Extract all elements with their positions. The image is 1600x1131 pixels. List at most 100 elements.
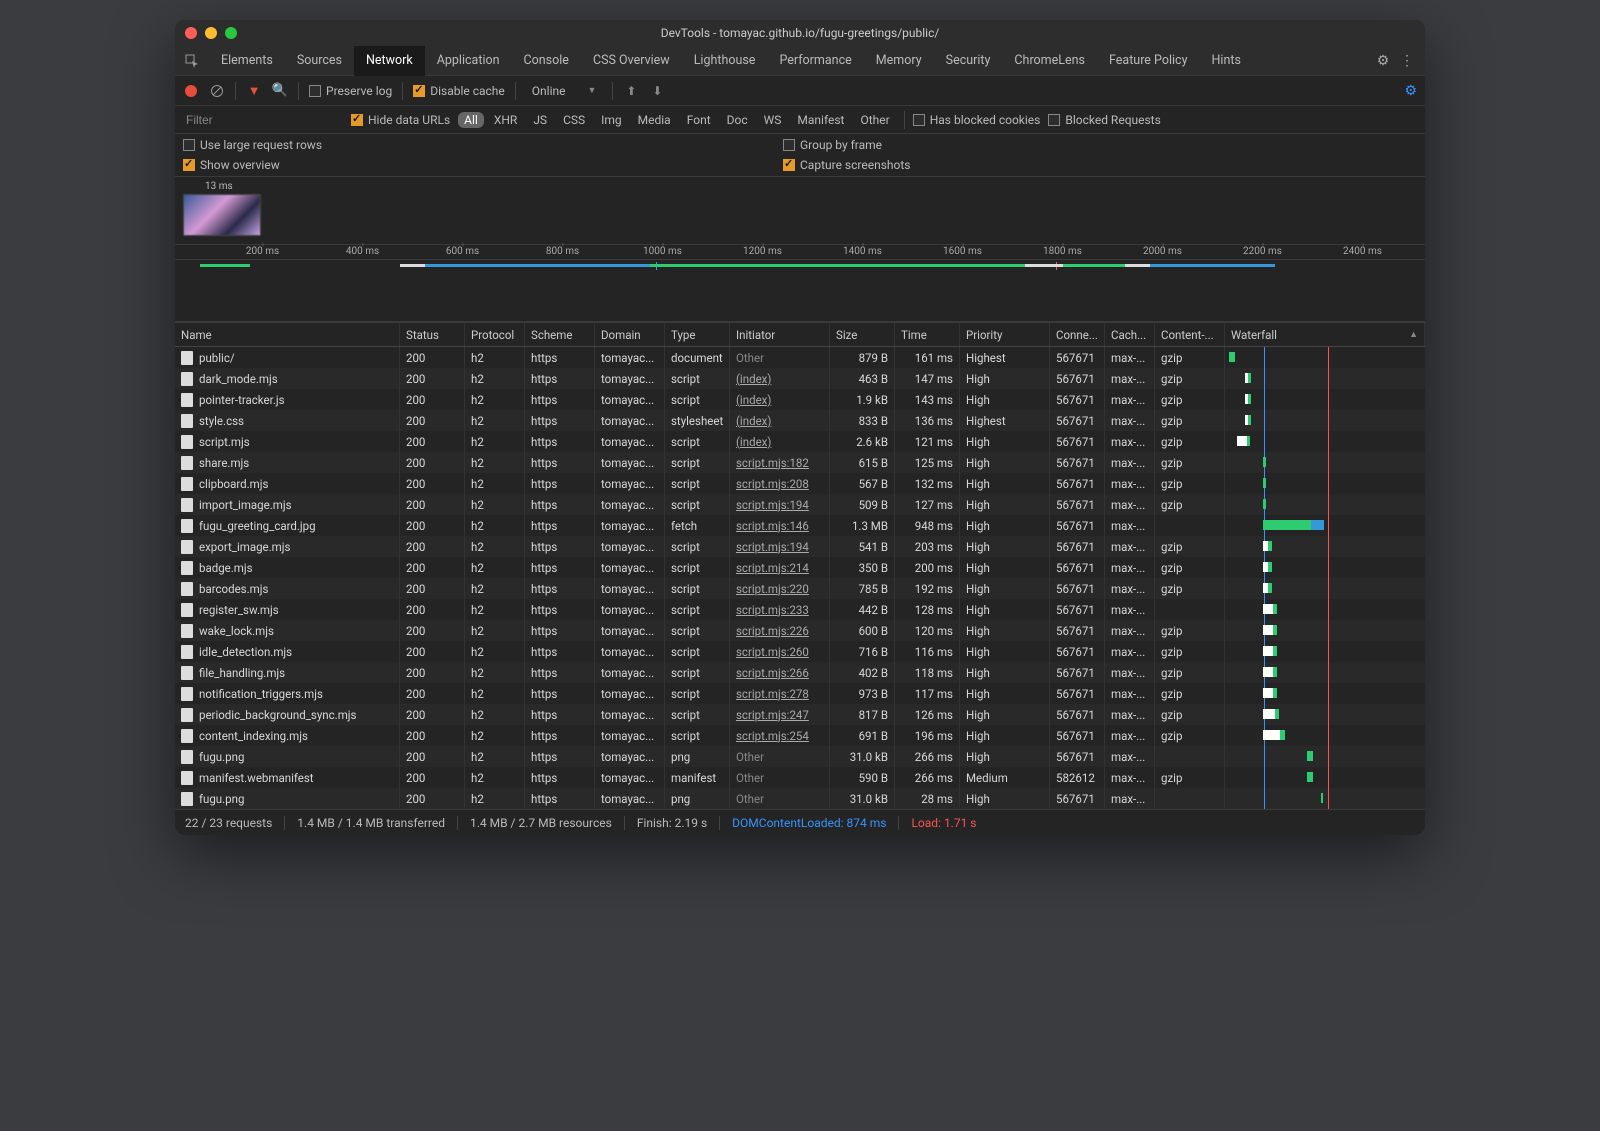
disable-cache-checkbox[interactable]: Disable cache (413, 84, 505, 98)
tab-lighthouse[interactable]: Lighthouse (682, 46, 768, 76)
column-header-type[interactable]: Type (665, 323, 730, 346)
initiator-cell[interactable]: script.mjs:266 (730, 662, 830, 683)
search-icon[interactable]: 🔍 (272, 83, 288, 99)
filter-type-manifest[interactable]: Manifest (791, 112, 850, 128)
table-row[interactable]: fugu.png200h2httpstomayac...pngOther31.0… (175, 746, 1425, 767)
table-row[interactable]: barcodes.mjs200h2httpstomayac...scriptsc… (175, 578, 1425, 599)
throttling-chevron[interactable]: ▼ (582, 83, 603, 98)
table-row[interactable]: clipboard.mjs200h2httpstomayac...scripts… (175, 473, 1425, 494)
column-header-priority[interactable]: Priority (960, 323, 1050, 346)
table-row[interactable]: wake_lock.mjs200h2httpstomayac...scripts… (175, 620, 1425, 641)
initiator-cell[interactable]: script.mjs:247 (730, 704, 830, 725)
initiator-cell[interactable]: script.mjs:208 (730, 473, 830, 494)
table-row[interactable]: dark_mode.mjs200h2httpstomayac...script(… (175, 368, 1425, 389)
tab-elements[interactable]: Elements (209, 46, 285, 76)
table-row[interactable]: share.mjs200h2httpstomayac...scriptscrip… (175, 452, 1425, 473)
initiator-cell[interactable]: script.mjs:214 (730, 557, 830, 578)
column-header-status[interactable]: Status (400, 323, 465, 346)
show-overview-checkbox[interactable]: Show overview (183, 158, 783, 172)
tab-sources[interactable]: Sources (285, 46, 354, 76)
table-row[interactable]: manifest.webmanifest200h2httpstomayac...… (175, 767, 1425, 788)
hide-data-urls-checkbox[interactable]: Hide data URLs (351, 113, 450, 127)
column-header-waterfall[interactable]: Waterfall▲ (1225, 323, 1425, 346)
table-row[interactable]: fugu_greeting_card.jpg200h2httpstomayac.… (175, 515, 1425, 536)
table-row[interactable]: fugu.png200h2httpstomayac...pngOther31.0… (175, 788, 1425, 809)
network-settings-icon[interactable]: ⚙ (1404, 83, 1417, 99)
filmstrip-thumbnail[interactable] (183, 194, 261, 236)
initiator-cell[interactable]: script.mjs:233 (730, 599, 830, 620)
column-header-cach-[interactable]: Cach... (1105, 323, 1155, 346)
tab-performance[interactable]: Performance (767, 46, 863, 76)
column-header-name[interactable]: Name (175, 323, 400, 346)
column-header-time[interactable]: Time (895, 323, 960, 346)
initiator-cell[interactable]: script.mjs:226 (730, 620, 830, 641)
settings-icon[interactable]: ⚙ (1371, 46, 1395, 76)
import-har-icon[interactable]: ⬆ (623, 83, 639, 99)
table-row[interactable]: content_indexing.mjs200h2httpstomayac...… (175, 725, 1425, 746)
overview-timeline[interactable]: 200 ms400 ms600 ms800 ms1000 ms1200 ms14… (175, 242, 1425, 322)
throttling-select[interactable]: Online (526, 82, 572, 100)
initiator-cell[interactable]: script.mjs:260 (730, 641, 830, 662)
initiator-cell[interactable]: script.mjs:194 (730, 536, 830, 557)
filter-icon[interactable]: ▼ (246, 83, 262, 99)
table-row[interactable]: style.css200h2httpstomayac...stylesheet(… (175, 410, 1425, 431)
initiator-cell[interactable]: script.mjs:182 (730, 452, 830, 473)
filter-type-media[interactable]: Media (632, 112, 677, 128)
more-menu-icon[interactable]: ⋮ (1395, 46, 1419, 76)
tab-hints[interactable]: Hints (1200, 46, 1253, 76)
record-button[interactable] (183, 83, 199, 99)
table-row[interactable]: export_image.mjs200h2httpstomayac...scri… (175, 536, 1425, 557)
large-rows-checkbox[interactable]: Use large request rows (183, 138, 783, 152)
group-by-frame-checkbox[interactable]: Group by frame (783, 138, 910, 152)
initiator-cell[interactable]: script.mjs:194 (730, 494, 830, 515)
tab-chromelens[interactable]: ChromeLens (1002, 46, 1097, 76)
table-row[interactable]: import_image.mjs200h2httpstomayac...scri… (175, 494, 1425, 515)
filter-type-js[interactable]: JS (527, 112, 553, 128)
column-header-content-[interactable]: Content-... (1155, 323, 1225, 346)
filter-type-all[interactable]: All (458, 112, 484, 128)
filter-type-xhr[interactable]: XHR (488, 112, 523, 128)
clear-button[interactable] (209, 83, 225, 99)
table-row[interactable]: periodic_background_sync.mjs200h2httpsto… (175, 704, 1425, 725)
table-row[interactable]: public/200h2httpstomayac...documentOther… (175, 347, 1425, 368)
tab-console[interactable]: Console (512, 46, 581, 76)
inspect-element-icon[interactable] (181, 50, 203, 72)
capture-screenshots-checkbox[interactable]: Capture screenshots (783, 158, 910, 172)
filter-type-font[interactable]: Font (681, 112, 717, 128)
table-row[interactable]: pointer-tracker.js200h2httpstomayac...sc… (175, 389, 1425, 410)
tab-security[interactable]: Security (934, 46, 1003, 76)
tab-css-overview[interactable]: CSS Overview (581, 46, 682, 76)
initiator-cell[interactable]: script.mjs:146 (730, 515, 830, 536)
table-row[interactable]: badge.mjs200h2httpstomayac...scriptscrip… (175, 557, 1425, 578)
filter-input[interactable] (183, 110, 343, 130)
column-header-domain[interactable]: Domain (595, 323, 665, 346)
initiator-cell[interactable]: (index) (730, 368, 830, 389)
table-row[interactable]: register_sw.mjs200h2httpstomayac...scrip… (175, 599, 1425, 620)
filter-type-other[interactable]: Other (854, 112, 895, 128)
column-header-scheme[interactable]: Scheme (525, 323, 595, 346)
column-header-initiator[interactable]: Initiator (730, 323, 830, 346)
filter-type-ws[interactable]: WS (758, 112, 788, 128)
tab-feature-policy[interactable]: Feature Policy (1097, 46, 1200, 76)
column-header-size[interactable]: Size (830, 323, 895, 346)
preserve-log-checkbox[interactable]: Preserve log (309, 84, 392, 98)
initiator-cell[interactable]: script.mjs:220 (730, 578, 830, 599)
table-row[interactable]: notification_triggers.mjs200h2httpstomay… (175, 683, 1425, 704)
filter-type-doc[interactable]: Doc (721, 112, 754, 128)
initiator-cell[interactable]: (index) (730, 389, 830, 410)
table-row[interactable]: idle_detection.mjs200h2httpstomayac...sc… (175, 641, 1425, 662)
column-header-conne-[interactable]: Conne... (1050, 323, 1105, 346)
initiator-cell[interactable]: script.mjs:278 (730, 683, 830, 704)
column-header-protocol[interactable]: Protocol (465, 323, 525, 346)
export-har-icon[interactable]: ⬇ (649, 83, 665, 99)
table-row[interactable]: file_handling.mjs200h2httpstomayac...scr… (175, 662, 1425, 683)
blocked-requests-checkbox[interactable]: Blocked Requests (1048, 113, 1160, 127)
initiator-cell[interactable]: (index) (730, 431, 830, 452)
tab-network[interactable]: Network (354, 46, 425, 76)
initiator-cell[interactable]: script.mjs:254 (730, 725, 830, 746)
filter-type-img[interactable]: Img (595, 112, 628, 128)
filter-type-css[interactable]: CSS (557, 112, 591, 128)
has-blocked-cookies-checkbox[interactable]: Has blocked cookies (913, 113, 1041, 127)
initiator-cell[interactable]: (index) (730, 410, 830, 431)
tab-application[interactable]: Application (425, 46, 512, 76)
